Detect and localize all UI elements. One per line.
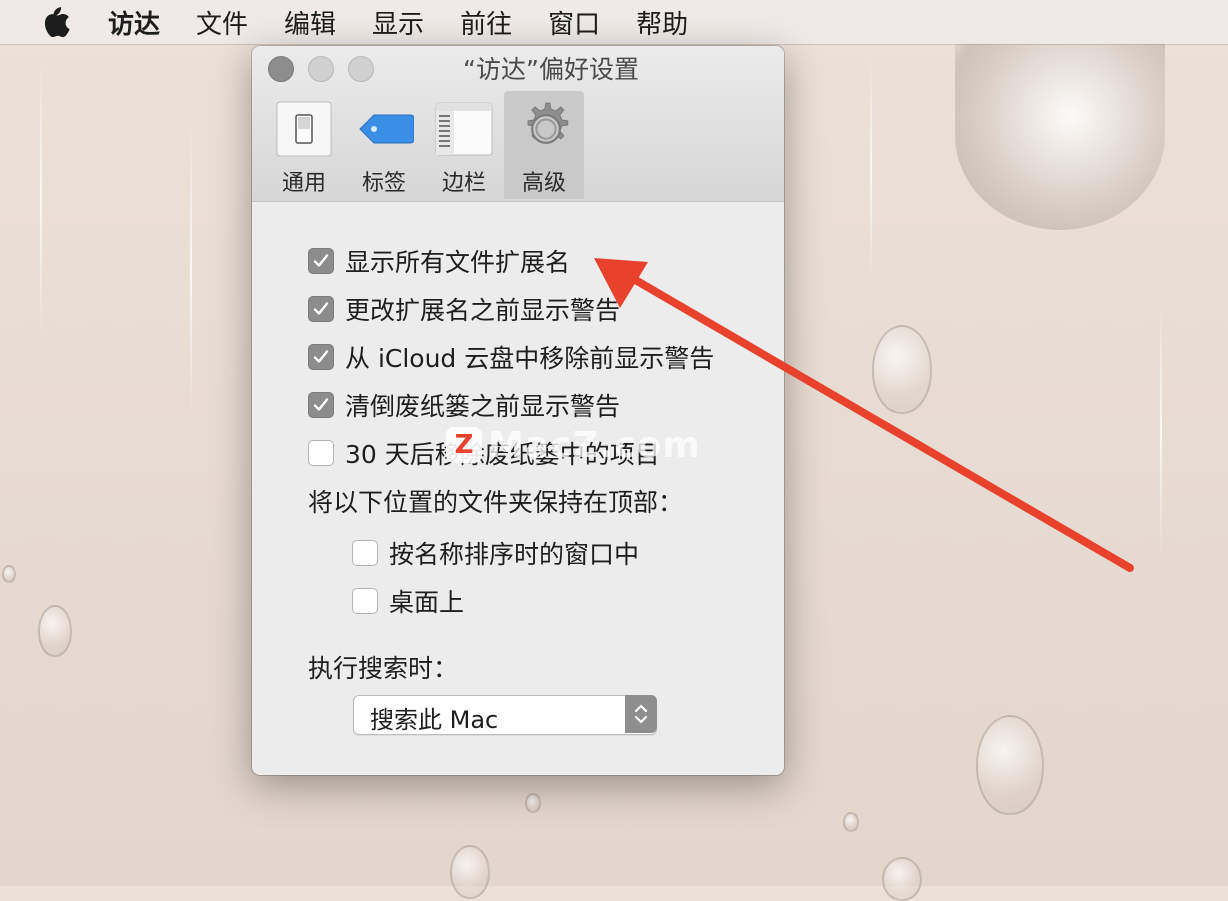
wallpaper-streak bbox=[1160, 300, 1162, 560]
option-show-extensions[interactable]: 显示所有文件扩展名 bbox=[308, 243, 570, 279]
menu-help[interactable]: 帮助 bbox=[636, 4, 688, 41]
checkbox-checked[interactable] bbox=[308, 296, 334, 322]
general-switch-icon bbox=[274, 99, 334, 159]
wallpaper-drop bbox=[38, 605, 72, 657]
tab-general-label: 通用 bbox=[281, 171, 326, 196]
menu-window[interactable]: 窗口 bbox=[548, 4, 600, 41]
search-scope-popup[interactable]: 搜索此 Mac bbox=[353, 695, 657, 735]
up-down-chevron-icon bbox=[625, 695, 657, 733]
option-warn-icloud-remove[interactable]: 从 iCloud 云盘中移除前显示警告 bbox=[308, 339, 714, 375]
option-label: 更改扩展名之前显示警告 bbox=[345, 296, 621, 325]
search-scope-value: 搜索此 Mac bbox=[370, 706, 499, 734]
tab-sidebar-label: 边栏 bbox=[441, 171, 486, 196]
wallpaper-drop bbox=[872, 325, 932, 414]
option-label: 显示所有文件扩展名 bbox=[345, 248, 571, 277]
option-folders-top-windows[interactable]: 按名称排序时的窗口中 bbox=[352, 535, 639, 571]
tab-tags-label: 标签 bbox=[361, 171, 406, 196]
finder-preferences-window: “访达”偏好设置 通用 标签 边栏 高级 显示所有文件扩展名 更改扩展名之前显示… bbox=[252, 46, 784, 775]
checkbox-unchecked[interactable] bbox=[352, 540, 378, 566]
folders-on-top-label: 将以下位置的文件夹保持在顶部： bbox=[308, 488, 684, 517]
menu-go[interactable]: 前往 bbox=[460, 4, 512, 41]
tab-advanced-label: 高级 bbox=[521, 171, 566, 196]
wallpaper-drop bbox=[882, 857, 922, 901]
menu-app-name[interactable]: 访达 bbox=[108, 4, 160, 41]
wallpaper-drop bbox=[450, 845, 490, 899]
preferences-tabs: 通用 标签 边栏 高级 bbox=[264, 91, 584, 199]
option-folders-top-desktop[interactable]: 桌面上 bbox=[352, 583, 464, 619]
option-warn-change-extension[interactable]: 更改扩展名之前显示警告 bbox=[308, 291, 620, 327]
wallpaper-drop bbox=[976, 715, 1044, 815]
tab-tags[interactable]: 标签 bbox=[344, 91, 424, 199]
tag-icon bbox=[354, 99, 415, 159]
checkbox-unchecked[interactable] bbox=[352, 588, 378, 614]
apple-logo-icon[interactable] bbox=[40, 5, 70, 39]
window-title: “访达”偏好设置 bbox=[463, 55, 639, 84]
wallpaper-streak bbox=[870, 60, 872, 280]
menu-file[interactable]: 文件 bbox=[196, 4, 248, 41]
wallpaper-streak bbox=[190, 120, 192, 420]
watermark-logo-icon: Z bbox=[446, 427, 482, 463]
tab-general[interactable]: 通用 bbox=[264, 91, 344, 199]
tab-sidebar[interactable]: 边栏 bbox=[424, 91, 504, 199]
window-toolbar: “访达”偏好设置 通用 标签 边栏 高级 bbox=[252, 46, 784, 202]
gear-icon bbox=[514, 99, 574, 159]
checkbox-checked[interactable] bbox=[308, 392, 334, 418]
search-label: 执行搜索时： bbox=[308, 654, 459, 683]
option-label: 桌面上 bbox=[389, 588, 465, 617]
menu-bar: 访达 文件 编辑 显示 前往 窗口 帮助 bbox=[0, 0, 1228, 44]
watermark-text: MacZ.com bbox=[488, 424, 701, 466]
menu-view[interactable]: 显示 bbox=[372, 4, 424, 41]
wallpaper-water-drop bbox=[955, 40, 1165, 230]
menu-edit[interactable]: 编辑 bbox=[284, 4, 336, 41]
watermark-logo-text: Z bbox=[454, 430, 474, 460]
watermark: Z MacZ.com bbox=[446, 420, 701, 470]
checkbox-unchecked[interactable] bbox=[308, 440, 334, 466]
wallpaper-drop bbox=[525, 793, 541, 813]
sidebar-icon bbox=[434, 99, 494, 159]
wallpaper-drop bbox=[843, 812, 859, 832]
checkbox-checked[interactable] bbox=[308, 344, 334, 370]
checkbox-checked[interactable] bbox=[308, 248, 334, 274]
wallpaper-streak bbox=[40, 60, 42, 340]
option-label: 清倒废纸篓之前显示警告 bbox=[345, 392, 621, 421]
advanced-pane: 显示所有文件扩展名 更改扩展名之前显示警告 从 iCloud 云盘中移除前显示警… bbox=[252, 202, 784, 775]
wallpaper-drop bbox=[2, 565, 16, 583]
option-label: 按名称排序时的窗口中 bbox=[389, 540, 640, 569]
option-warn-empty-trash[interactable]: 清倒废纸篓之前显示警告 bbox=[308, 387, 620, 423]
option-label: 从 iCloud 云盘中移除前显示警告 bbox=[345, 344, 715, 373]
tab-advanced[interactable]: 高级 bbox=[504, 91, 584, 199]
